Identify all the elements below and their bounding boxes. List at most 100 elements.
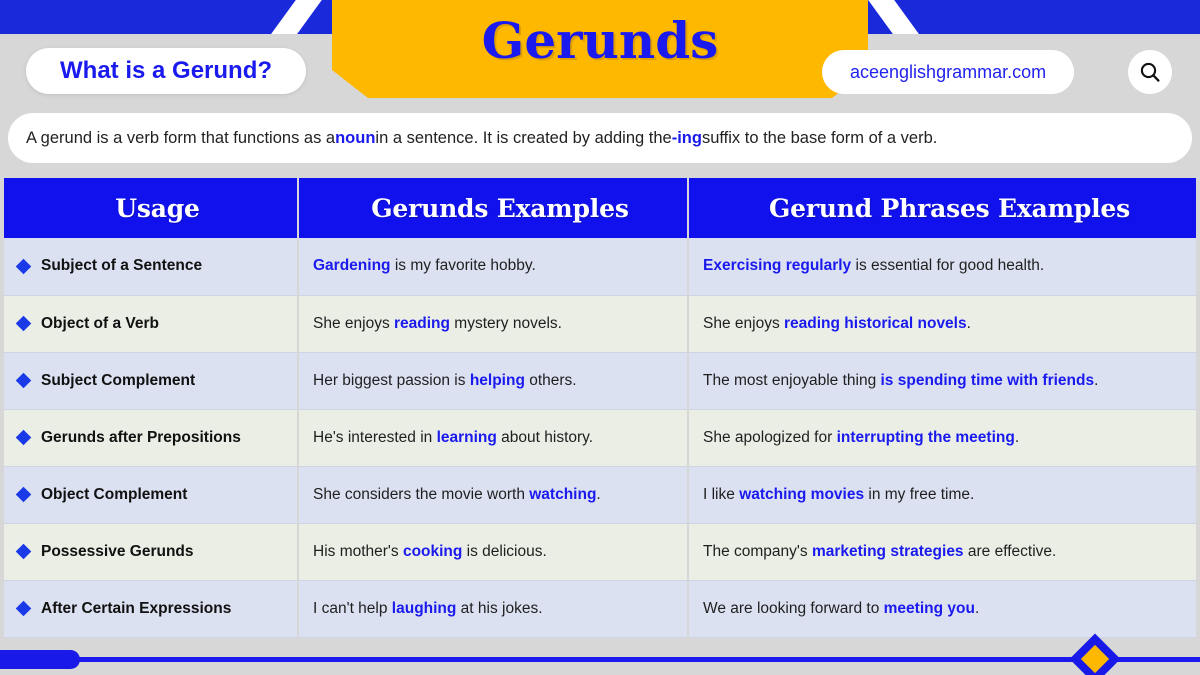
gerund-example-cell-pre: His mother's	[313, 542, 403, 560]
footer-left-bar	[0, 650, 80, 669]
gerund-phrase-cell: I like watching movies in my free time.	[688, 466, 1196, 524]
gerund-phrase-cell-post: are effective.	[963, 542, 1057, 560]
gerund-phrase-cell-highlight: interrupting the meeting	[836, 428, 1015, 446]
usage-label: Object of a Verb	[41, 314, 160, 332]
definition-bar: A gerund is a verb form that functions a…	[8, 113, 1192, 163]
gerund-phrase-cell-post: .	[974, 599, 980, 617]
gerund-phrase-cell-post: is essential for good health.	[851, 257, 1045, 275]
gerund-example-cell-post: others.	[524, 371, 577, 389]
gerund-phrase-cell-post: .	[966, 314, 971, 332]
gerund-example-cell-post: about history.	[496, 428, 594, 446]
gerund-example-cell-highlight: learning	[436, 428, 497, 446]
gerund-phrase-cell-highlight: Exercising regularly	[703, 257, 852, 275]
gerund-example-cell-pre: I can't help	[313, 599, 392, 617]
bullet-diamond-icon	[15, 315, 32, 332]
gerund-phrase-cell-highlight: reading historical novels	[784, 314, 967, 332]
gerund-example-cell-post: is my favorite hobby.	[390, 257, 536, 275]
table-row: Object of a Verb She enjoys reading myste…	[4, 295, 1196, 353]
gerund-example-cell-post: mystery novels.	[449, 314, 562, 332]
gerund-example-cell: His mother's cooking is delicious.	[298, 523, 689, 581]
website-url-label: aceenglishgrammar.com	[850, 61, 1047, 82]
table-row: Possessive Gerunds His mother's cooking i…	[4, 523, 1196, 581]
gerund-example-cell-pre: She considers the movie worth	[313, 485, 530, 503]
usage-cell: Possessive Gerunds	[4, 523, 299, 581]
table-header-row: Usage Gerunds Examples Gerund Phrases Ex…	[4, 178, 1196, 238]
page-title: Gerunds	[481, 11, 719, 70]
usage-label: Gerunds after Prepositions	[41, 428, 241, 446]
definition-text-part1: A gerund is a verb form that functions a…	[26, 128, 336, 147]
footer-line	[0, 657, 1200, 662]
usage-label: After Certain Expressions	[41, 599, 232, 617]
column-header-gerunds-examples: Gerunds Examples	[298, 178, 689, 238]
gerund-example-cell: Gardening is my favorite hobby.	[298, 238, 689, 296]
bullet-diamond-icon	[15, 486, 32, 503]
gerund-example-cell: I can't help laughing at his jokes.	[298, 580, 689, 638]
gerund-example-cell-post: .	[596, 485, 601, 503]
usage-label: Possessive Gerunds	[41, 542, 194, 560]
question-pill: What is a Gerund?	[26, 48, 307, 94]
table-row: After Certain Expressions I can't help la…	[4, 580, 1196, 638]
gerund-example-cell-highlight: Gardening	[313, 257, 391, 275]
usage-cell: After Certain Expressions	[4, 580, 299, 638]
question-pill-label: What is a Gerund?	[60, 57, 273, 84]
usage-cell: Gerunds after Prepositions	[4, 409, 299, 467]
gerund-phrase-cell: The most enjoyable thing is spending tim…	[688, 352, 1196, 410]
definition-text-part3: suffix to the base form of a verb.	[701, 128, 938, 147]
table-row: Subject of a Sentence Gardening is my fav…	[4, 238, 1196, 296]
bullet-diamond-icon	[15, 372, 32, 389]
website-pill[interactable]: aceenglishgrammar.com	[822, 50, 1075, 94]
gerund-phrase-cell: She enjoys reading historical novels.	[688, 295, 1196, 353]
gerund-phrase-cell: The company's marketing strategies are e…	[688, 523, 1196, 581]
gerund-example-cell-pre: He's interested in	[313, 428, 437, 446]
table-body: Subject of a Sentence Gardening is my fav…	[4, 238, 1196, 638]
gerund-example-cell: She enjoys reading mystery novels.	[298, 295, 689, 353]
bullet-diamond-icon	[15, 543, 32, 560]
gerund-example-cell-pre: Her biggest passion is	[313, 371, 470, 389]
gerund-phrase-cell-post: .	[1094, 371, 1099, 389]
gerund-phrase-cell-highlight: watching movies	[739, 485, 865, 503]
table-row: Gerunds after Prepositions He's intereste…	[4, 409, 1196, 467]
gerund-phrase-cell: We are looking forward to meeting you.	[688, 580, 1196, 638]
usage-cell: Object of a Verb	[4, 295, 299, 353]
gerund-phrase-cell-post: in my free time.	[864, 485, 975, 503]
column-header-gerund-phrases-examples: Gerund Phrases Examples	[768, 193, 1131, 223]
gerund-phrase-cell: She apologized for interrupting the meet…	[688, 409, 1196, 467]
gerund-example-cell-post: at his jokes.	[456, 599, 543, 617]
definition-highlight-ing: -ing	[671, 128, 702, 147]
usage-cell: Object Complement	[4, 466, 299, 524]
usage-label: Subject of a Sentence	[41, 257, 203, 275]
bullet-diamond-icon	[15, 600, 32, 617]
diagonal-stripe-right	[859, 0, 931, 34]
gerund-example-cell-highlight: helping	[469, 371, 525, 389]
gerund-example-cell-highlight: laughing	[391, 599, 457, 617]
usage-label: Object Complement	[41, 485, 188, 503]
gerund-example-cell: Her biggest passion is helping others.	[298, 352, 689, 410]
gerund-phrase-cell-pre: The most enjoyable thing	[703, 371, 881, 389]
gerund-phrase-cell-highlight: marketing strategies	[811, 542, 964, 560]
column-header-usage: Usage	[4, 178, 299, 238]
gerund-phrase-cell: Exercising regularly is essential for go…	[688, 238, 1196, 296]
usage-cell: Subject of a Sentence	[4, 238, 299, 296]
search-button[interactable]	[1128, 50, 1172, 94]
bullet-diamond-icon	[15, 429, 32, 446]
table-row: Object Complement She considers the movie…	[4, 466, 1196, 524]
table-row: Subject Complement Her biggest passion is…	[4, 352, 1196, 410]
gerund-phrase-cell-highlight: is spending time with friends	[880, 371, 1095, 389]
gerund-example-cell-highlight: watching	[529, 485, 597, 503]
gerund-example-cell: She considers the movie worth watching.	[298, 466, 689, 524]
gerund-phrase-cell-pre: I like	[703, 485, 740, 503]
gerund-phrase-cell-pre: She enjoys	[703, 314, 784, 332]
definition-text-part2: in a sentence. It is created by adding t…	[375, 128, 672, 147]
infographic-page: Gerunds What is a Gerund? aceenglishgram…	[0, 0, 1200, 675]
gerund-phrase-cell-pre: We are looking forward to	[703, 599, 884, 617]
gerund-example-cell: He's interested in learning about histor…	[298, 409, 689, 467]
gerund-phrase-cell-pre: She apologized for	[703, 428, 837, 446]
gerunds-table: Usage Gerunds Examples Gerund Phrases Ex…	[4, 178, 1196, 638]
gerund-phrase-cell-post: .	[1014, 428, 1020, 446]
search-icon	[1140, 62, 1160, 82]
gerund-example-cell-highlight: reading	[394, 314, 450, 332]
gerund-example-cell-pre: She enjoys	[313, 314, 394, 332]
diagonal-stripe-left	[259, 0, 331, 34]
gerund-phrase-cell-pre: The company's	[703, 542, 812, 560]
gerund-phrase-cell-highlight: meeting you	[883, 599, 975, 617]
